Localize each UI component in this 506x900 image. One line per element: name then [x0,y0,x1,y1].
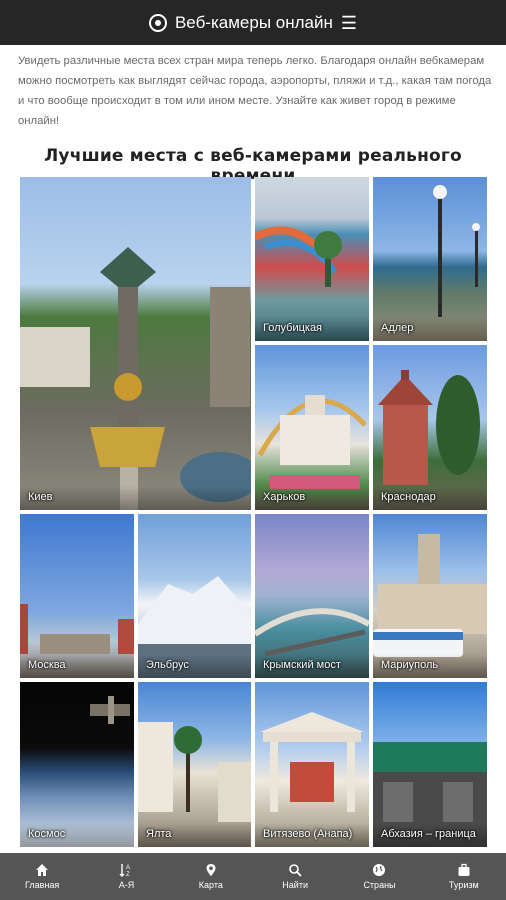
tile-kharkiv[interactable]: Харьков [255,345,369,510]
tile-label: Адлер [381,322,414,334]
tile-golubitskaya[interactable]: Голубицкая [255,177,369,341]
tile-krasnodar[interactable]: Краснодар [373,345,487,510]
tile-adler[interactable]: Адлер [373,177,487,341]
nav-label: Карта [198,880,223,890]
tile-label: Мариуполь [381,659,439,671]
webcam-icon [148,13,167,32]
svg-text:A: A [126,865,130,871]
tile-label: Эльбрус [146,659,189,671]
tile-label: Ялта [146,828,172,840]
app-title: Веб-камеры онлайн [174,12,333,32]
nav-countries[interactable]: Страны [337,853,421,900]
intro-text: Увидеть различные места всех стран мира … [18,55,492,127]
tile-label: Витязево (Анапа) [263,828,353,840]
nav-a-z[interactable]: AZ А-Я [84,853,168,900]
sort-alpha-icon: AZ [119,864,131,877]
tile-mariupol[interactable]: Мариуполь [373,514,487,678]
globe-icon [373,864,386,876]
bottom-navigation: Главная AZ А-Я Карта Найти Страны Туризм [0,853,506,900]
search-icon [289,864,302,877]
tile-label: Голубицкая [263,322,323,334]
nav-search[interactable]: Найти [253,853,337,900]
svg-text:Z: Z [126,872,130,877]
tile-label: Киев [28,491,53,503]
tile-moscow[interactable]: Москва [20,514,134,678]
nav-map[interactable]: Карта [169,853,253,900]
tile-label: Космос [28,828,66,840]
tile-label: Крымский мост [263,659,341,671]
nav-label: Страны [363,880,396,890]
hamburger-icon[interactable]: ☰ [341,14,357,32]
tile-kiev[interactable]: Киев [20,177,251,510]
tile-label: Краснодар [381,491,436,503]
tile-abkhazia-border[interactable]: Абхазия – граница [373,682,487,847]
home-icon [36,864,49,876]
nav-label: Главная [25,880,60,890]
tile-space[interactable]: Космос [20,682,134,847]
tile-yalta[interactable]: Ялта [138,682,251,847]
tile-crimean-bridge[interactable]: Крымский мост [255,514,369,678]
tile-label: Абхазия – граница [381,828,476,840]
webcam-grid: Киев Голубицкая Адлер Харьков Краснодар … [20,177,487,847]
tile-label: Харьков [263,491,306,503]
tile-vityazevo[interactable]: Витязево (Анапа) [255,682,369,847]
nav-tourism[interactable]: Туризм [422,853,506,900]
kiev-monument-image [20,247,251,510]
nav-home[interactable]: Главная [0,853,84,900]
nav-label: Найти [282,880,308,890]
tile-elbrus[interactable]: Эльбрус [138,514,251,678]
map-pin-icon [206,864,216,876]
suitcase-icon [458,863,470,876]
nav-label: А-Я [118,880,135,890]
nav-label: Туризм [448,880,479,890]
tile-label: Москва [28,659,66,671]
app-header: Веб-камеры онлайн ☰ [0,0,506,45]
